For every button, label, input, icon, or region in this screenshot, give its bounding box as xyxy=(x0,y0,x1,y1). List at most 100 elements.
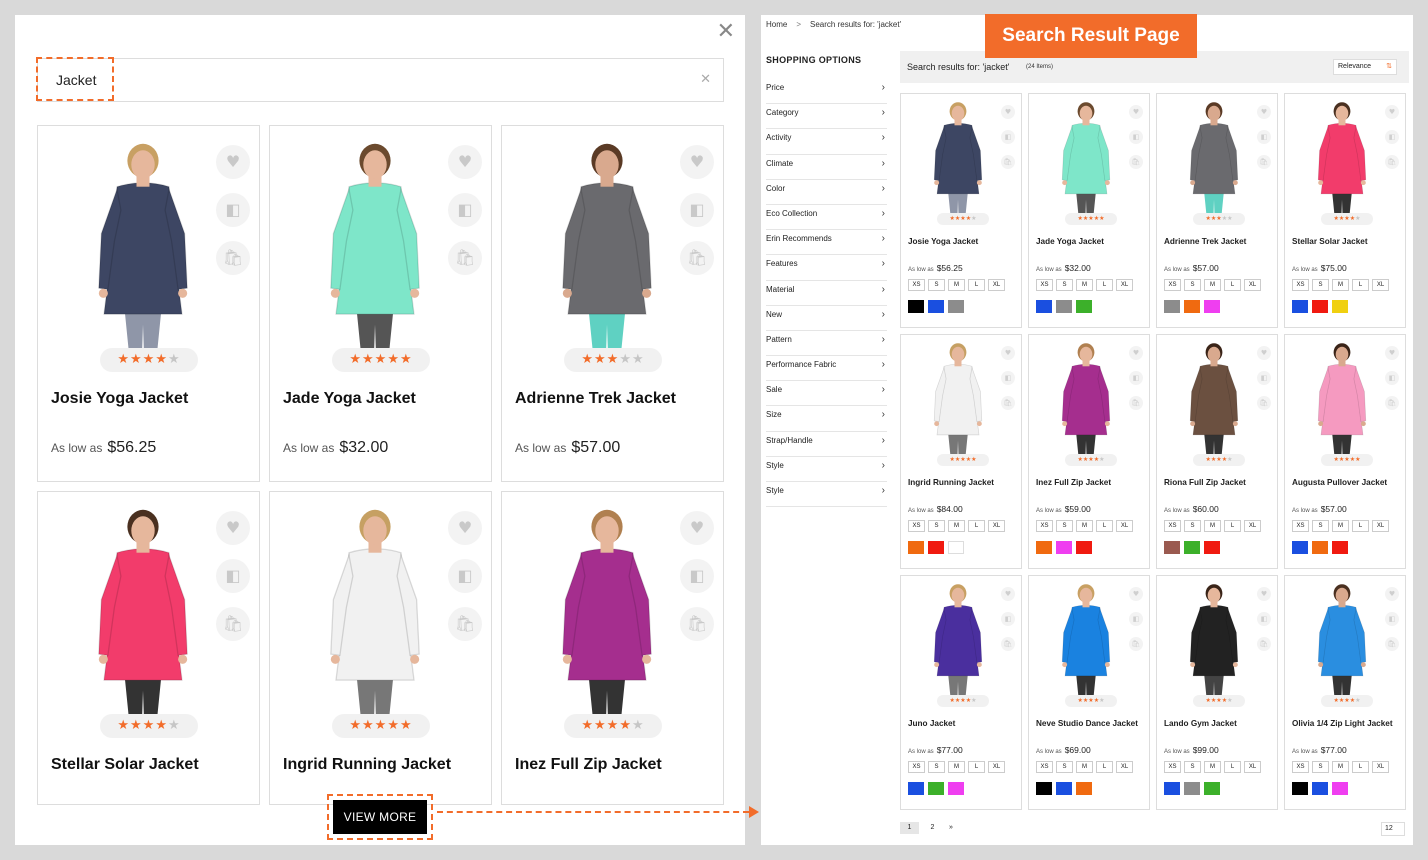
color-swatch[interactable] xyxy=(908,782,924,795)
product-card[interactable]: ♥ ◧ 🛍 ★★★★★ Josie Yoga Jacket As low as $56.25… xyxy=(900,93,1022,328)
color-swatch[interactable] xyxy=(1292,782,1308,795)
size-option[interactable]: XL xyxy=(1116,761,1133,773)
size-option[interactable]: XL xyxy=(1244,761,1261,773)
product-name[interactable]: Adrienne Trek Jacket xyxy=(1164,237,1246,246)
product-name[interactable]: Josie Yoga Jacket xyxy=(51,390,188,408)
filter-new[interactable]: New › xyxy=(766,306,887,331)
add-to-cart-bag-icon[interactable]: 🛍 xyxy=(1385,155,1399,169)
color-swatch[interactable] xyxy=(948,782,964,795)
add-to-cart-bag-icon[interactable]: 🛍 xyxy=(216,607,250,641)
product-card[interactable]: ♥ ◧ 🛍 ★★★★★ Adrienne Trek Jacket As low as $57… xyxy=(1156,93,1278,328)
filter-eco-collection[interactable]: Eco Collection › xyxy=(766,205,887,231)
wishlist-heart-icon[interactable]: ♥ xyxy=(1001,587,1015,601)
product-name[interactable]: Jade Yoga Jacket xyxy=(283,390,416,408)
color-swatch[interactable] xyxy=(1076,541,1092,554)
size-option[interactable]: S xyxy=(1184,761,1201,773)
size-option[interactable]: S xyxy=(1312,761,1329,773)
filter-size[interactable]: Size › xyxy=(766,406,887,432)
size-option[interactable]: XS xyxy=(1036,520,1053,532)
filter-performance-fabric[interactable]: Performance Fabric › xyxy=(766,356,887,382)
size-option[interactable]: XS xyxy=(1036,761,1053,773)
product-name[interactable]: Ingrid Running Jacket xyxy=(908,478,994,487)
page-2[interactable]: 2 xyxy=(923,822,942,834)
color-swatch[interactable] xyxy=(1292,541,1308,554)
color-swatch[interactable] xyxy=(928,541,944,554)
product-card[interactable]: ♥◧🛍★★★★★Stellar Solar JacketAs low as$75… xyxy=(37,491,260,805)
color-swatch[interactable] xyxy=(1036,541,1052,554)
size-option[interactable]: XL xyxy=(1116,520,1133,532)
product-name[interactable]: Inez Full Zip Jacket xyxy=(515,756,662,774)
size-option[interactable]: XS xyxy=(1292,279,1309,291)
color-swatch[interactable] xyxy=(1056,541,1072,554)
size-option[interactable]: L xyxy=(1096,520,1113,532)
size-option[interactable]: L xyxy=(1352,279,1369,291)
color-swatch[interactable] xyxy=(948,300,964,313)
size-option[interactable]: M xyxy=(1332,761,1349,773)
size-option[interactable]: L xyxy=(968,520,985,532)
size-option[interactable]: XS xyxy=(908,761,925,773)
product-card[interactable]: ♥ ◧ 🛍 ★★★★★ Adrienne Trek Jacket As low as $57… xyxy=(501,125,724,482)
color-swatch[interactable] xyxy=(1332,541,1348,554)
color-swatch[interactable] xyxy=(1036,782,1052,795)
product-name[interactable]: Ingrid Running Jacket xyxy=(283,756,451,774)
page-1[interactable]: 1 xyxy=(900,822,919,834)
compare-icon[interactable]: ◧ xyxy=(1001,371,1015,385)
size-option[interactable]: M xyxy=(1076,279,1093,291)
size-option[interactable]: S xyxy=(1184,520,1201,532)
sort-select[interactable]: Relevance ⇅ xyxy=(1333,59,1397,75)
filter-color[interactable]: Color › xyxy=(766,180,887,205)
wishlist-heart-icon[interactable]: ♥ xyxy=(1257,346,1271,360)
compare-icon[interactable]: ◧ xyxy=(680,193,714,227)
close-icon[interactable]: ✕ xyxy=(717,19,735,44)
size-option[interactable]: XS xyxy=(1164,279,1181,291)
compare-icon[interactable]: ◧ xyxy=(448,193,482,227)
wishlist-heart-icon[interactable]: ♥ xyxy=(1385,346,1399,360)
size-option[interactable]: XL xyxy=(988,279,1005,291)
color-swatch[interactable] xyxy=(1204,300,1220,313)
size-option[interactable]: S xyxy=(1056,520,1073,532)
color-swatch[interactable] xyxy=(1076,782,1092,795)
size-option[interactable]: L xyxy=(1096,279,1113,291)
add-to-cart-bag-icon[interactable]: 🛍 xyxy=(1257,396,1271,410)
product-name[interactable]: Stellar Solar Jacket xyxy=(1292,237,1368,246)
product-card[interactable]: ♥◧🛍★★★★★Stellar Solar JacketAs low as$75… xyxy=(1284,93,1406,328)
size-option[interactable]: S xyxy=(1056,761,1073,773)
wishlist-heart-icon[interactable]: ♥ xyxy=(1129,346,1143,360)
product-card[interactable]: ♥◧🛍★★★★★Inez Full Zip JacketAs low as$59… xyxy=(501,491,724,805)
size-option[interactable]: L xyxy=(1224,279,1241,291)
size-option[interactable]: XS xyxy=(1292,761,1309,773)
product-name[interactable]: Olivia 1/4 Zip Light Jacket xyxy=(1292,719,1393,728)
add-to-cart-bag-icon[interactable]: 🛍 xyxy=(1257,155,1271,169)
add-to-cart-bag-icon[interactable]: 🛍 xyxy=(1001,637,1015,651)
size-option[interactable]: M xyxy=(1076,520,1093,532)
clear-icon[interactable]: ✕ xyxy=(700,72,711,87)
color-swatch[interactable] xyxy=(1204,541,1220,554)
breadcrumb-home[interactable]: Home xyxy=(766,20,787,29)
size-option[interactable]: XS xyxy=(1292,520,1309,532)
size-option[interactable]: L xyxy=(1096,761,1113,773)
add-to-cart-bag-icon[interactable]: 🛍 xyxy=(448,607,482,641)
wishlist-heart-icon[interactable]: ♥ xyxy=(1257,587,1271,601)
compare-icon[interactable]: ◧ xyxy=(1257,371,1271,385)
color-swatch[interactable] xyxy=(1292,300,1308,313)
wishlist-heart-icon[interactable]: ♥ xyxy=(1001,346,1015,360)
size-option[interactable]: XL xyxy=(988,520,1005,532)
color-swatch[interactable] xyxy=(1184,782,1200,795)
wishlist-heart-icon[interactable]: ♥ xyxy=(1001,105,1015,119)
filter-strap-handle[interactable]: Strap/Handle › xyxy=(766,432,887,457)
size-option[interactable]: XL xyxy=(1372,761,1389,773)
compare-icon[interactable]: ◧ xyxy=(1001,130,1015,144)
wishlist-heart-icon[interactable]: ♥ xyxy=(216,145,250,179)
filter-activity[interactable]: Activity › xyxy=(766,129,887,155)
size-option[interactable]: XL xyxy=(1244,279,1261,291)
product-card[interactable]: ♥ ◧ 🛍 ★★★★★ Juno Jacket As low as $77.00 XS S M L X… xyxy=(900,575,1022,810)
size-option[interactable]: M xyxy=(1076,761,1093,773)
size-option[interactable]: S xyxy=(928,761,945,773)
size-option[interactable]: M xyxy=(1204,279,1221,291)
add-to-cart-bag-icon[interactable]: 🛍 xyxy=(448,241,482,275)
color-swatch[interactable] xyxy=(1184,300,1200,313)
product-card[interactable]: ♥ ◧ 🛍 ★★★★★ Olivia 1/4 Zip Light Jacket As lo… xyxy=(1284,575,1406,810)
size-option[interactable]: M xyxy=(1332,520,1349,532)
size-option[interactable]: M xyxy=(1204,761,1221,773)
size-option[interactable]: S xyxy=(1312,279,1329,291)
